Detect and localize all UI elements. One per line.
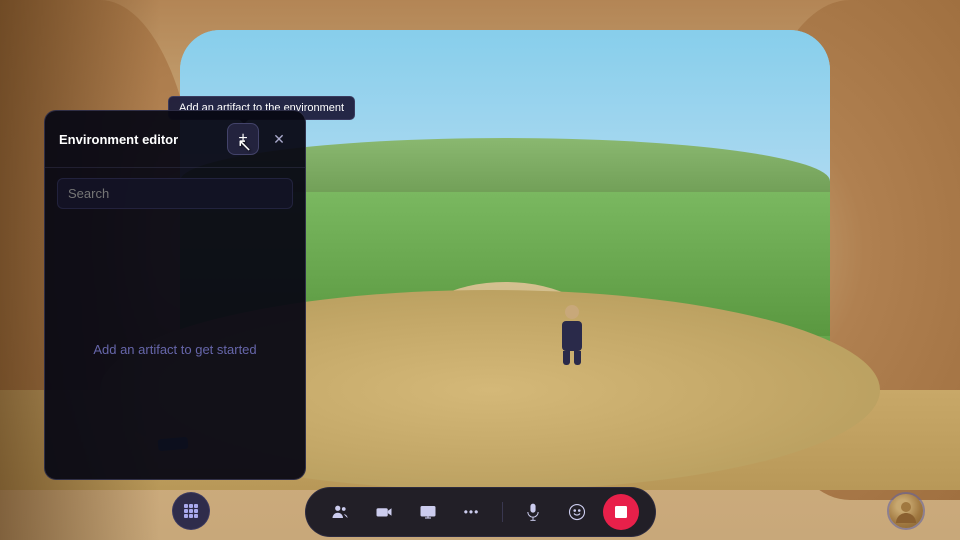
emoji-button[interactable] xyxy=(559,494,595,530)
toolbar-right xyxy=(887,492,925,530)
search-input-wrapper[interactable] xyxy=(57,178,293,209)
add-artifact-button[interactable]: + xyxy=(227,123,259,155)
bottom-toolbar: ••• xyxy=(0,484,960,540)
editor-content-area: Add an artifact to get started xyxy=(45,219,305,479)
people-icon xyxy=(331,503,349,521)
avatar-legs xyxy=(557,351,587,365)
people-button[interactable] xyxy=(322,494,358,530)
editor-title: Environment editor xyxy=(59,132,178,147)
avatar-leg-right xyxy=(574,351,581,365)
screen-share-button[interactable] xyxy=(410,494,446,530)
screen-share-icon xyxy=(419,503,437,521)
toolbar-left xyxy=(172,492,210,530)
empty-state-message: Add an artifact to get started xyxy=(93,342,256,357)
scene-avatar xyxy=(557,305,587,360)
microphone-button[interactable] xyxy=(515,494,551,530)
search-section xyxy=(45,168,305,219)
toolbar-divider xyxy=(502,502,503,522)
close-editor-button[interactable]: ✕ xyxy=(267,127,291,151)
search-input[interactable] xyxy=(68,186,282,201)
environment-editor-panel: Environment editor + ✕ Add an artifact t… xyxy=(44,110,306,480)
grid-menu-button[interactable] xyxy=(172,492,210,530)
emoji-icon xyxy=(568,503,586,521)
header-actions: + ✕ xyxy=(227,123,291,155)
avatar-head xyxy=(565,305,579,319)
avatar-body xyxy=(562,321,582,351)
toolbar-center: ••• xyxy=(305,487,656,537)
camera-icon xyxy=(375,503,393,521)
editor-header: Environment editor + ✕ xyxy=(45,111,305,168)
user-avatar-button[interactable] xyxy=(887,492,925,530)
microphone-icon xyxy=(525,503,541,521)
avatar-leg-left xyxy=(563,351,570,365)
more-button[interactable]: ••• xyxy=(454,494,490,530)
grid-icon xyxy=(183,503,199,519)
avatar-silhouette-icon xyxy=(892,497,920,525)
more-dots-icon: ••• xyxy=(464,505,480,519)
artifact-button[interactable] xyxy=(603,494,639,530)
camera-button[interactable] xyxy=(366,494,402,530)
avatar-circle xyxy=(889,494,923,528)
artifact-icon xyxy=(613,504,629,520)
